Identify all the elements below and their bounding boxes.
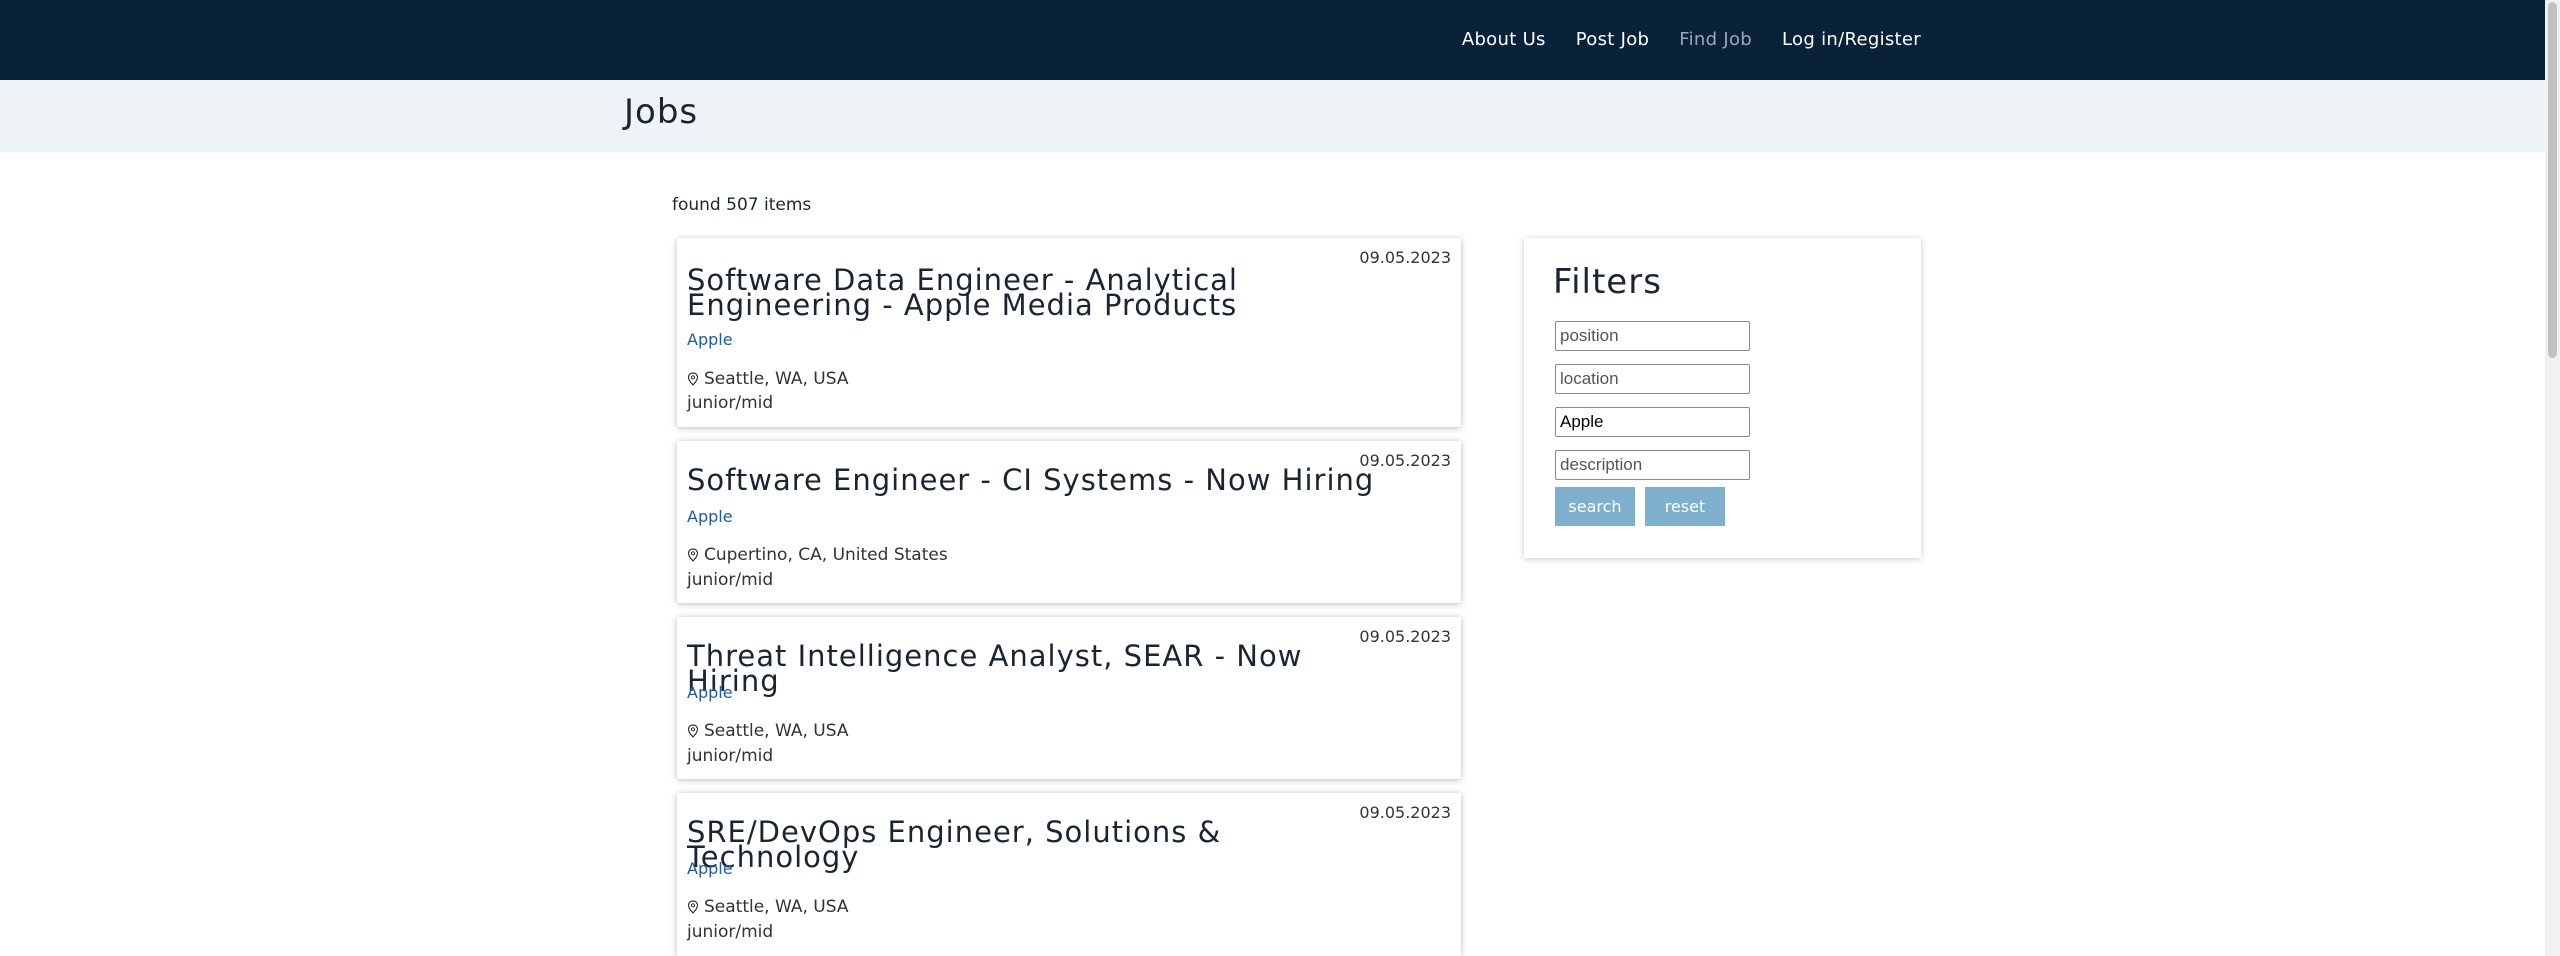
job-company-link[interactable]: Apple bbox=[687, 859, 733, 878]
reset-button[interactable]: reset bbox=[1645, 487, 1725, 526]
nav-find-job[interactable]: Find Job bbox=[1679, 29, 1752, 50]
job-location-text: Cupertino, CA, United States bbox=[704, 545, 948, 565]
nav-login-register[interactable]: Log in/Register bbox=[1782, 29, 1921, 50]
job-level: junior/mid bbox=[687, 393, 774, 413]
job-location-text: Seattle, WA, USA bbox=[704, 369, 849, 389]
nav-post-job[interactable]: Post Job bbox=[1576, 29, 1650, 50]
job-card[interactable]: 09.05.2023 Software Engineer - CI System… bbox=[677, 441, 1461, 603]
job-date: 09.05.2023 bbox=[1359, 248, 1451, 267]
top-navigation-bar: About Us Post Job Find Job Log in/Regist… bbox=[0, 0, 2545, 80]
job-title[interactable]: Software Data Engineer - Analytical Engi… bbox=[687, 266, 1391, 320]
job-location-text: Seattle, WA, USA bbox=[704, 897, 849, 917]
job-location: Seattle, WA, USA bbox=[687, 721, 848, 741]
job-title[interactable]: SRE/DevOps Engineer, Solutions & Technol… bbox=[687, 818, 1391, 872]
job-card[interactable]: 09.05.2023 SRE/DevOps Engineer, Solution… bbox=[677, 793, 1461, 956]
job-level: junior/mid bbox=[687, 746, 774, 766]
description-input[interactable] bbox=[1555, 450, 1750, 480]
results-count: found 507 items bbox=[672, 195, 812, 215]
scrollbar-thumb[interactable] bbox=[2548, 2, 2557, 358]
page-title: Jobs bbox=[624, 92, 699, 132]
location-pin-icon bbox=[687, 548, 699, 562]
main-menu: About Us Post Job Find Job Log in/Regist… bbox=[1462, 29, 1921, 50]
nav-about-us[interactable]: About Us bbox=[1462, 29, 1546, 50]
job-location: Seattle, WA, USA bbox=[687, 369, 848, 389]
filters-title: Filters bbox=[1553, 262, 1662, 302]
page-scrollbar[interactable] bbox=[2545, 0, 2560, 956]
company-input[interactable] bbox=[1555, 407, 1750, 437]
job-card[interactable]: 09.05.2023 Software Data Engineer - Anal… bbox=[677, 238, 1461, 427]
job-card[interactable]: 09.05.2023 Threat Intelligence Analyst, … bbox=[677, 617, 1461, 779]
job-location: Seattle, WA, USA bbox=[687, 897, 848, 917]
location-pin-icon bbox=[687, 724, 699, 738]
job-company-link[interactable]: Apple bbox=[687, 683, 733, 702]
location-input[interactable] bbox=[1555, 364, 1750, 394]
page-header: Jobs bbox=[0, 80, 2545, 152]
job-location: Cupertino, CA, United States bbox=[687, 545, 948, 565]
location-pin-icon bbox=[687, 900, 699, 914]
job-title[interactable]: Threat Intelligence Analyst, SEAR - Now … bbox=[687, 642, 1391, 696]
job-level: junior/mid bbox=[687, 570, 774, 590]
location-pin-icon bbox=[687, 372, 699, 386]
position-input[interactable] bbox=[1555, 321, 1750, 351]
job-title[interactable]: Software Engineer - CI Systems - Now Hir… bbox=[687, 466, 1391, 495]
job-company-link[interactable]: Apple bbox=[687, 330, 733, 349]
filters-panel: Filters search reset bbox=[1524, 238, 1921, 558]
job-company-link[interactable]: Apple bbox=[687, 507, 733, 526]
job-location-text: Seattle, WA, USA bbox=[704, 721, 849, 741]
search-button[interactable]: search bbox=[1555, 487, 1635, 526]
job-level: junior/mid bbox=[687, 922, 774, 942]
